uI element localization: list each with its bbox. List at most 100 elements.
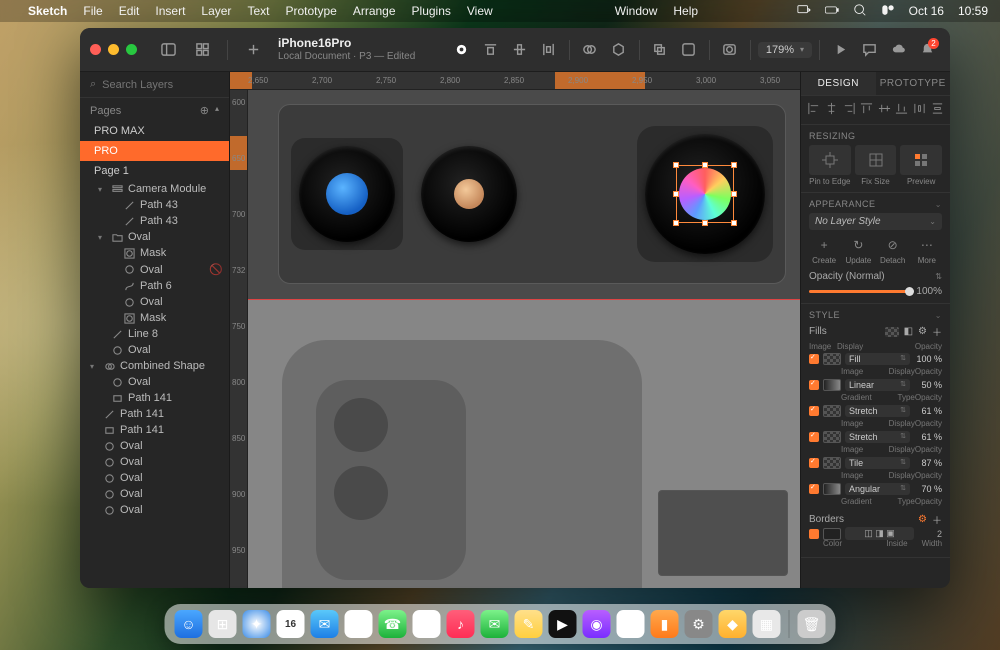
- page-item-pro[interactable]: PRO: [80, 141, 229, 161]
- layer-item[interactable]: Oval: [80, 374, 229, 390]
- symbol-icon[interactable]: [606, 37, 632, 63]
- layer-item[interactable]: Line 8: [80, 326, 229, 342]
- fill-swatch[interactable]: [823, 405, 841, 417]
- layer-item[interactable]: Path 141: [80, 390, 229, 406]
- align-middle-icon[interactable]: [507, 37, 533, 63]
- control-center-icon[interactable]: [881, 3, 895, 20]
- menu-prototype[interactable]: Prototype: [285, 4, 336, 18]
- page-item-page1[interactable]: Page 1: [80, 161, 229, 181]
- canvas[interactable]: [248, 90, 800, 588]
- fill-opacity[interactable]: 100 %: [914, 354, 942, 364]
- dock-calendar[interactable]: 16: [277, 610, 305, 638]
- dock-launchpad[interactable]: ⊞: [209, 610, 237, 638]
- menubar-app[interactable]: Sketch: [28, 4, 67, 18]
- dock-tv[interactable]: ▶: [549, 610, 577, 638]
- collapse-pages-icon[interactable]: ▴: [215, 104, 219, 117]
- layer-item[interactable]: Oval🚫: [80, 261, 229, 278]
- fill-type-select[interactable]: Stretch⇅: [845, 431, 910, 443]
- comment-icon[interactable]: [856, 37, 882, 63]
- style-update-button[interactable]: ↻Update: [843, 236, 873, 265]
- layer-item[interactable]: Oval: [80, 294, 229, 310]
- dock-news[interactable]: N: [617, 610, 645, 638]
- selection-box[interactable]: [676, 165, 734, 223]
- boolean-icon[interactable]: [577, 37, 603, 63]
- zoom-select[interactable]: 179%: [758, 42, 812, 58]
- close-button[interactable]: [90, 44, 101, 55]
- sidebar-toggle-icon[interactable]: [155, 37, 181, 63]
- fill-enabled-checkbox[interactable]: [809, 406, 819, 416]
- menu-text[interactable]: Text: [247, 4, 269, 18]
- layer-item[interactable]: Path 6: [80, 278, 229, 294]
- maximize-button[interactable]: [126, 44, 137, 55]
- layer-item[interactable]: Oval: [80, 342, 229, 358]
- visibility-icon[interactable]: 🚫: [209, 263, 223, 276]
- fill-swatch[interactable]: [823, 457, 841, 469]
- battery-icon[interactable]: [825, 3, 839, 20]
- search-layers-input[interactable]: [102, 79, 244, 91]
- border-add-icon[interactable]: ＋: [932, 512, 942, 527]
- pencil-tool-icon[interactable]: [449, 37, 475, 63]
- forward-icon[interactable]: [647, 37, 673, 63]
- distribute-icon[interactable]: [536, 37, 562, 63]
- style-detach-button[interactable]: ⊘Detach: [878, 236, 908, 265]
- layer-item[interactable]: Oval: [80, 454, 229, 470]
- pin-to-edge-control[interactable]: [809, 145, 851, 175]
- align-top-icon[interactable]: [478, 37, 504, 63]
- fill-type-select[interactable]: Tile⇅: [845, 457, 910, 469]
- distribute-h-icon[interactable]: [913, 102, 926, 118]
- fill-settings-icon[interactable]: ⚙: [918, 326, 927, 337]
- add-page-icon[interactable]: ⊕: [200, 104, 209, 117]
- fill-blend-icon[interactable]: ◧: [904, 326, 913, 337]
- menu-help[interactable]: Help: [673, 4, 698, 18]
- dock-books[interactable]: ▮: [651, 610, 679, 638]
- border-settings-icon[interactable]: ⚙: [918, 514, 927, 525]
- align-right-icon[interactable]: [843, 102, 856, 118]
- fill-opacity[interactable]: 61 %: [914, 432, 942, 442]
- notification-icon[interactable]: [914, 37, 940, 63]
- dock-sketch[interactable]: ◆: [719, 610, 747, 638]
- layer-item[interactable]: Path 141: [80, 406, 229, 422]
- align-bottom-icon[interactable]: [895, 102, 908, 118]
- menu-insert[interactable]: Insert: [155, 4, 185, 18]
- dock-settings[interactable]: ⚙: [685, 610, 713, 638]
- dock-trash[interactable]: 🗑: [798, 610, 826, 638]
- fill-type-select[interactable]: Linear⇅: [845, 379, 910, 391]
- dock-finder[interactable]: ☺: [175, 610, 203, 638]
- opacity-slider[interactable]: [809, 290, 910, 293]
- menu-view[interactable]: View: [467, 4, 493, 18]
- insert-icon[interactable]: [240, 37, 266, 63]
- menu-layer[interactable]: Layer: [201, 4, 231, 18]
- layer-item[interactable]: ▾Camera Module: [80, 181, 229, 197]
- document-title[interactable]: iPhone16Pro Local Document · P3 — Edited: [278, 37, 415, 61]
- fill-opacity[interactable]: 70 %: [914, 484, 942, 494]
- dock-messages[interactable]: ✉: [481, 610, 509, 638]
- fill-type-select[interactable]: Angular⇅: [845, 483, 910, 495]
- lens-2[interactable]: [421, 146, 517, 242]
- tab-prototype[interactable]: PROTOTYPE: [876, 72, 951, 95]
- fill-swatch[interactable]: [823, 431, 841, 443]
- layer-item[interactable]: ▾Oval: [80, 229, 229, 245]
- dock-notes[interactable]: ✎: [515, 610, 543, 638]
- dock-app1[interactable]: ▦: [753, 610, 781, 638]
- fill-swatch[interactable]: [823, 353, 841, 365]
- layer-item[interactable]: Oval: [80, 438, 229, 454]
- fill-enabled-checkbox[interactable]: [809, 354, 819, 364]
- lens-1[interactable]: [299, 146, 395, 242]
- screen-mirror-icon[interactable]: [797, 3, 811, 20]
- fill-add-icon[interactable]: ＋: [932, 324, 942, 339]
- lens-3-selected[interactable]: [645, 134, 765, 254]
- align-left-icon[interactable]: [807, 102, 820, 118]
- distribute-v-icon[interactable]: [931, 102, 944, 118]
- fix-size-control[interactable]: [855, 145, 897, 175]
- fill-opacity[interactable]: 61 %: [914, 406, 942, 416]
- fill-type-select[interactable]: Stretch⇅: [845, 405, 910, 417]
- fill-swatch[interactable]: [823, 483, 841, 495]
- align-hcenter-icon[interactable]: [825, 102, 838, 118]
- dock-safari[interactable]: ✦: [243, 610, 271, 638]
- layer-item[interactable]: Oval: [80, 470, 229, 486]
- layer-item[interactable]: Oval: [80, 486, 229, 502]
- fill-enabled-checkbox[interactable]: [809, 380, 819, 390]
- preview-control[interactable]: [900, 145, 942, 175]
- minimize-button[interactable]: [108, 44, 119, 55]
- layer-item[interactable]: Mask: [80, 310, 229, 326]
